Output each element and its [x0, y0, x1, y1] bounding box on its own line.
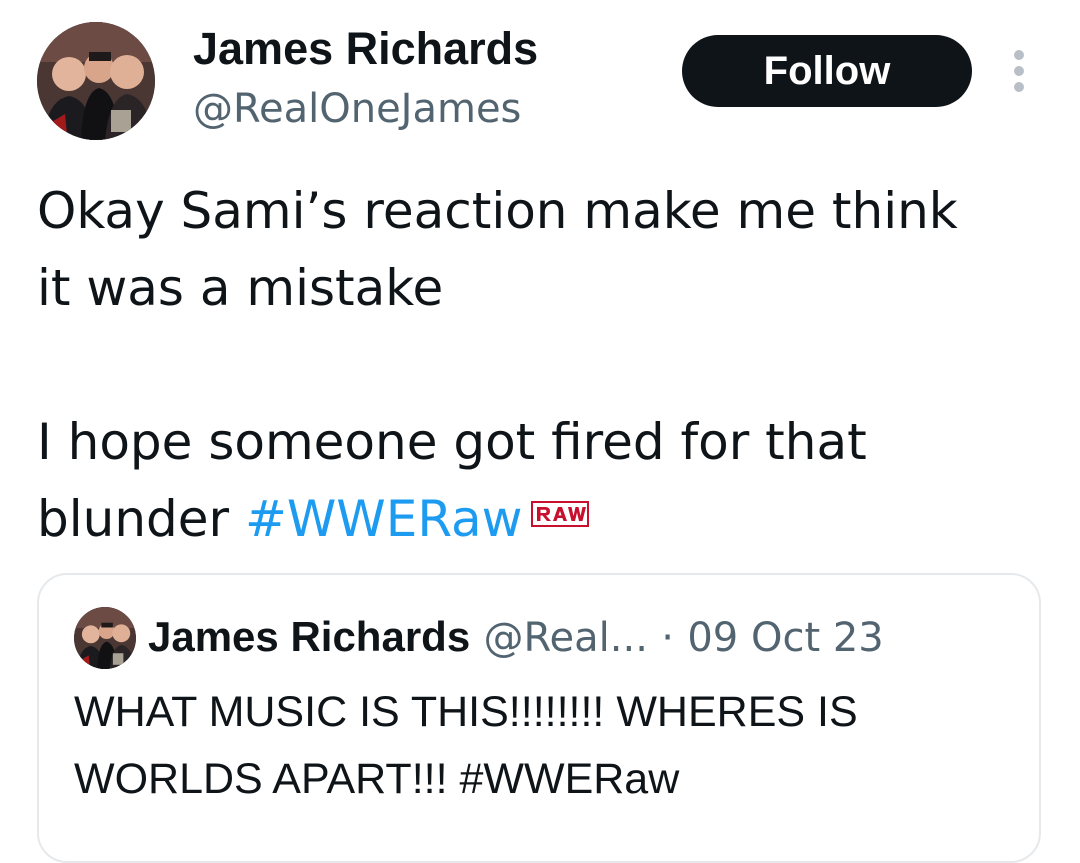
raw-logo-icon	[530, 500, 589, 527]
hashtag-link[interactable]: #WWERaw	[245, 490, 523, 548]
tweet-text-fragment: blunder	[37, 490, 245, 548]
tweet-text-line: blunder #WWERaw	[37, 481, 1047, 558]
author-avatar[interactable]	[37, 22, 155, 140]
tweet-text-line: I hope someone got fired for that	[37, 413, 867, 471]
more-dot	[1014, 66, 1024, 76]
quoted-text-line: WHAT MUSIC IS THIS!!!!!!!! WHERES IS	[74, 688, 858, 736]
tweet-text: Okay Sami’s reaction make me think it wa…	[37, 173, 1047, 558]
paragraph-break	[37, 327, 1047, 404]
quoted-tweet-header: James Richards @Real... · 09 Oct 23	[148, 611, 884, 664]
more-vertical-icon[interactable]	[1004, 48, 1034, 94]
more-dot	[1014, 82, 1024, 92]
avatar-photo	[74, 607, 136, 669]
separator-dot: ·	[661, 615, 674, 661]
tweet-text-line: Okay Sami’s reaction make me think	[37, 182, 958, 240]
quoted-author-handle: @Real...	[483, 615, 648, 661]
quoted-tweet-date: 09 Oct 23	[687, 615, 884, 661]
tweet-text-line: it was a mistake	[37, 259, 444, 317]
quoted-tweet-text: WHAT MUSIC IS THIS!!!!!!!! WHERES IS WOR…	[74, 679, 1024, 813]
more-dot	[1014, 50, 1024, 60]
quoted-author-name: James Richards	[148, 613, 471, 660]
quoted-author-avatar	[74, 607, 136, 669]
author-display-name[interactable]: James Richards	[193, 22, 538, 76]
author-handle[interactable]: @RealOneJames	[193, 84, 521, 134]
avatar-photo	[37, 22, 155, 140]
follow-button[interactable]: Follow	[682, 35, 972, 107]
quoted-tweet-card[interactable]: James Richards @Real... · 09 Oct 23 WHAT…	[37, 573, 1041, 863]
quoted-text-line: WORLDS APART!!! #WWERaw	[74, 755, 680, 803]
